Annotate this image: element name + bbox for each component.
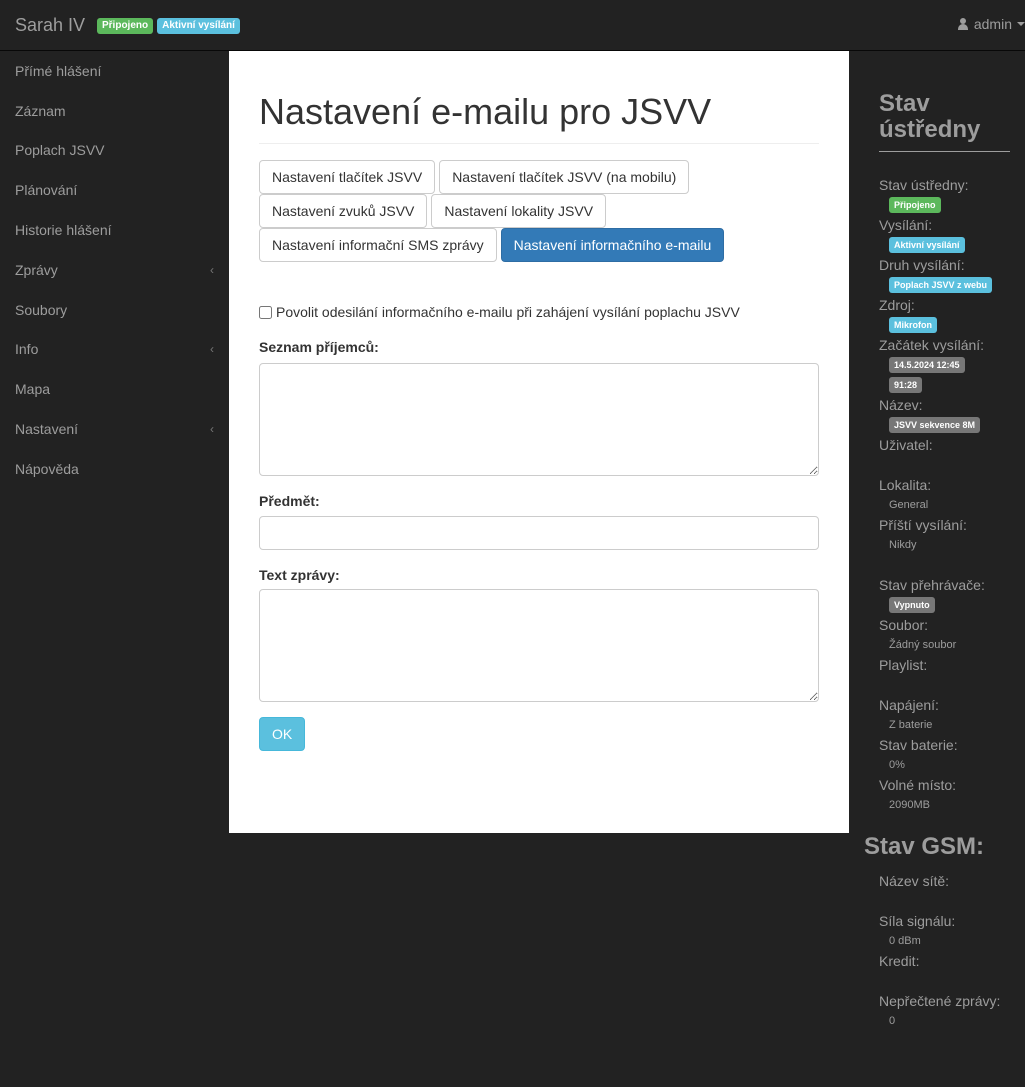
playlist-label: Playlist: [879, 657, 928, 673]
sidebar: Přímé hlášení Záznam Poplach JSVV Plánování… [0, 51, 229, 489]
sidebar-item[interactable]: Nápověda [0, 449, 229, 489]
credit-label: Kredit: [879, 953, 920, 969]
sidebar-item[interactable]: Info ‹ [0, 330, 229, 370]
tab-sound-settings[interactable]: Nastavení zvuků JSVV [259, 194, 428, 228]
navbar: Sarah IV Připojeno Aktivní vysílání admi… [0, 0, 1025, 51]
sidebar-item[interactable]: Historie hlášení [0, 210, 229, 250]
start-label: Začátek vysílání: [879, 337, 985, 353]
enable-email-label: Povolit odesilání informačního e-mailu p… [276, 304, 740, 320]
tab-row-3: Nastavení informační SMS zprávy Nastaven… [259, 228, 819, 262]
player-label: Stav přehrávače: [879, 577, 985, 593]
recipients-label: Seznam příjemců: [259, 339, 379, 355]
sidebar-item-label: Poplach JSVV [15, 142, 105, 159]
enable-email-checkbox[interactable] [259, 305, 272, 319]
tab-location-settings[interactable]: Nastavení lokality JSVV [431, 194, 607, 228]
tab-row-2: Nastavení zvuků JSVV Nastavení lokality … [259, 194, 819, 228]
user-icon [957, 18, 969, 30]
sidebar-item[interactable]: Plánování [0, 170, 229, 210]
central-state-badge: Připojeno [889, 197, 941, 213]
caret-down-icon [1017, 22, 1025, 26]
sidebar-item[interactable]: Záznam [0, 91, 229, 131]
chevron-left-icon: ‹ [210, 262, 214, 277]
source-badge: Mikrofon [889, 317, 937, 333]
subject-label: Předmět: [259, 493, 320, 509]
name-label: Název: [879, 397, 923, 413]
sidebar-item[interactable]: Přímé hlášení [0, 51, 229, 91]
sidebar-item-label: Nápověda [15, 460, 79, 477]
connected-badge: Připojeno [97, 18, 154, 34]
next-broadcast-label: Příští vysílání: [879, 517, 967, 533]
central-state-label: Stav ústředny: [879, 177, 969, 193]
unread-value: 0 [889, 1015, 896, 1027]
file-label: Soubor: [879, 617, 929, 633]
broadcast-type-badge: Poplach JSVV z webu [889, 277, 993, 293]
power-value: Z baterie [889, 719, 933, 731]
sidebar-item-label: Info [15, 341, 39, 358]
brand-link[interactable]: Sarah IV [15, 15, 85, 35]
network-label: Název sítě: [879, 873, 950, 889]
broadcast-type-label: Druh vysílání: [879, 257, 965, 273]
enable-email-checkbox-row[interactable]: Povolit odesilání informačního e-mailu p… [259, 304, 740, 320]
signal-value: 0 dBm [889, 935, 921, 947]
sidebar-item[interactable]: Mapa [0, 369, 229, 409]
recipients-textarea[interactable] [259, 363, 819, 476]
location-value: General [889, 499, 929, 511]
sidebar-item-label: Soubory [15, 301, 68, 318]
sidebar-item-label: Plánování [15, 182, 78, 199]
chevron-left-icon: ‹ [210, 342, 214, 357]
start-time-badge: 14.5.2024 12:45 [889, 357, 965, 373]
tab-sms-settings[interactable]: Nastavení informační SMS zprávy [259, 228, 497, 262]
message-textarea[interactable] [259, 589, 819, 702]
gsm-title: Stav GSM: [864, 833, 985, 860]
user-name: admin [973, 16, 1012, 32]
next-broadcast-value: Nikdy [889, 539, 917, 551]
broadcast-badge: Aktivní vysílání [157, 18, 240, 34]
battery-value: 0% [889, 759, 905, 771]
tab-button-settings-mobile[interactable]: Nastavení tlačítek JSVV (na mobilu) [439, 160, 690, 194]
message-label: Text zprávy: [259, 567, 340, 583]
broadcast-label: Vysílání: [879, 217, 933, 233]
tab-email-settings[interactable]: Nastavení informačního e-mailu [500, 228, 725, 262]
source-label: Zdroj: [879, 297, 915, 313]
user-menu[interactable]: admin [957, 16, 1025, 32]
location-label: Lokalita: [879, 477, 932, 493]
duration-badge: 91:28 [889, 377, 923, 393]
status-title: Stav ústředny [879, 91, 1010, 152]
sidebar-item-label: Historie hlášení [15, 222, 112, 239]
sidebar-item-label: Nastavení [15, 421, 79, 438]
sidebar-item-label: Mapa [15, 381, 51, 398]
sidebar-item[interactable]: Soubory [0, 290, 229, 330]
sidebar-item[interactable]: Zprávy ‹ [0, 250, 229, 290]
power-label: Napájení: [879, 697, 939, 713]
nav-status-badges: Připojeno Aktivní vysílání [97, 18, 240, 34]
sidebar-item-label: Zprávy [15, 261, 58, 278]
sidebar-item-label: Záznam [15, 102, 66, 119]
ok-button[interactable]: OK [259, 717, 306, 751]
main-panel: Nastavení e-mailu pro JSVV Nastavení tla… [229, 51, 849, 833]
player-badge: Vypnuto [889, 597, 935, 613]
unread-label: Nepřečtené zprávy: [879, 993, 1001, 1009]
file-value: Žádný soubor [889, 639, 957, 651]
subject-input[interactable] [259, 516, 819, 550]
page-title: Nastavení e-mailu pro JSVV [259, 91, 819, 144]
name-badge: JSVV sekvence 8M [889, 417, 981, 433]
sidebar-item[interactable]: Nastavení ‹ [0, 409, 229, 449]
sidebar-item[interactable]: Poplach JSVV [0, 131, 229, 171]
user-label: Uživatel: [879, 437, 933, 453]
gsm-list: Název sítě: Síla signálu: 0 dBm Kredit: … [879, 871, 1025, 1031]
space-value: 2090MB [889, 799, 930, 811]
signal-label: Síla signálu: [879, 913, 956, 929]
space-label: Volné místo: [879, 777, 957, 793]
broadcast-status-badge: Aktivní vysílání [889, 237, 965, 253]
tab-row-1: Nastavení tlačítek JSVV Nastavení tlačít… [259, 160, 819, 194]
tab-button-settings[interactable]: Nastavení tlačítek JSVV [259, 160, 436, 194]
chevron-left-icon: ‹ [210, 422, 214, 437]
sidebar-item-label: Přímé hlášení [15, 62, 102, 79]
status-list: Stav ústředny: Připojeno Vysílání: Aktiv… [879, 175, 1025, 815]
battery-label: Stav baterie: [879, 737, 958, 753]
